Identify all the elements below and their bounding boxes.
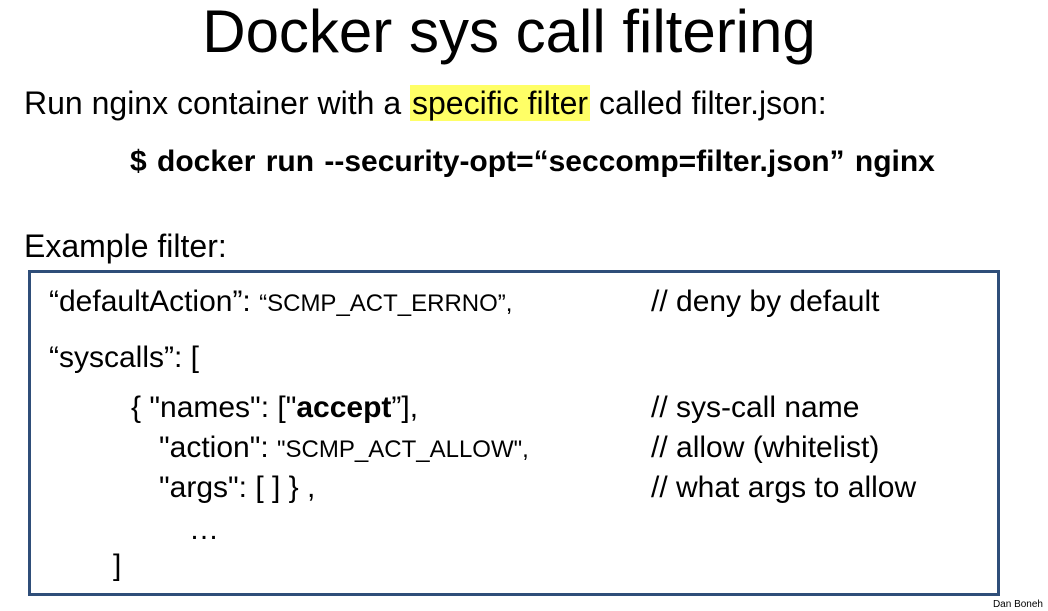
example-label: Example filter: <box>24 228 227 264</box>
docker-command: $ docker run --security-opt=“seccomp=fil… <box>130 145 935 178</box>
default-action-key: “defaultAction”: <box>49 285 260 318</box>
comment-args: // what args to allow <box>651 471 917 504</box>
default-action-value: “SCMP_ACT_ERRNO”, <box>259 290 513 317</box>
intro-highlight: specific filter <box>410 85 591 121</box>
code-line-default-action: “defaultAction”: “SCMP_ACT_ERRNO”, <box>49 283 512 323</box>
code-line-ellipsis: … <box>189 513 219 546</box>
names-post: ”], <box>391 391 419 424</box>
action-key: "action": <box>159 431 278 464</box>
code-line-names: { "names": ["accept”], <box>131 389 418 427</box>
slide-title: Docker sys call filtering <box>202 0 816 65</box>
intro-after: called filter.json: <box>590 85 827 121</box>
action-value: "SCMP_ACT_ALLOW", <box>277 436 529 463</box>
comment-deny-default: // deny by default <box>651 285 880 318</box>
comment-syscall-name: // sys-call name <box>651 391 860 424</box>
code-line-close-bracket: ] <box>113 549 122 582</box>
names-bold: accept <box>296 391 392 424</box>
code-line-syscalls: “syscalls”: [ <box>49 341 199 374</box>
code-line-args: "args": [ ] } , <box>159 471 316 504</box>
names-pre: { "names": [" <box>131 391 297 424</box>
author-credit: Dan Boneh <box>992 599 1043 610</box>
comment-allow: // allow (whitelist) <box>651 431 880 464</box>
intro-text: Run nginx container with a specific filt… <box>24 83 827 123</box>
code-line-action: "action": "SCMP_ACT_ALLOW", <box>159 429 529 469</box>
intro-before: Run nginx container with a <box>24 85 410 121</box>
code-box: “defaultAction”: “SCMP_ACT_ERRNO”, // de… <box>28 270 1000 596</box>
